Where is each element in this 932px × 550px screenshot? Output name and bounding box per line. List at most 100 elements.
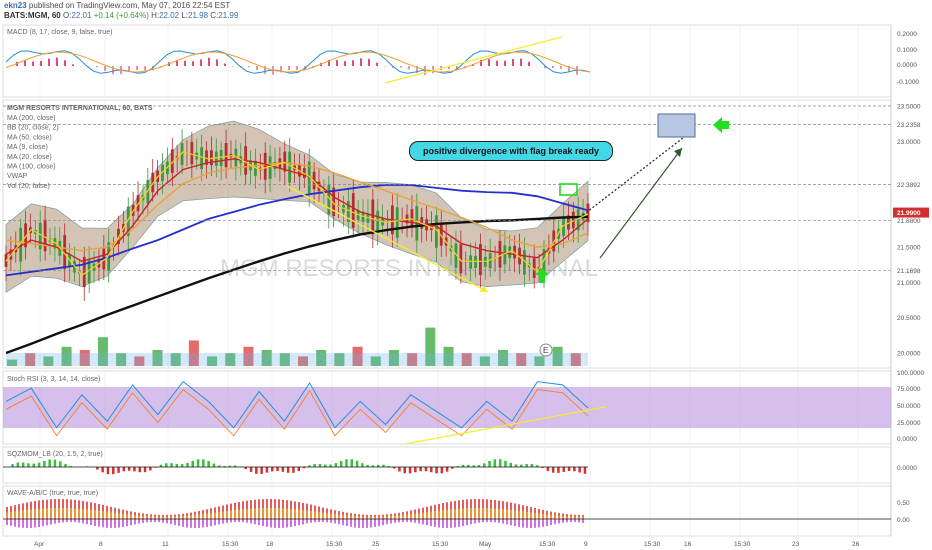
sqz-bar: [551, 467, 555, 473]
wave-bar-c: [234, 519, 236, 523]
wave-bar-c: [138, 519, 140, 524]
wave-bar-c: [146, 519, 148, 523]
wave-bar-c: [282, 519, 284, 528]
wave-bar-b: [526, 511, 528, 519]
time-tick-label: 23: [792, 541, 800, 548]
divergence-callout[interactable]: positive divergence with flag break read…: [409, 141, 613, 161]
macd-hist-bar: [288, 66, 290, 70]
macd-hist-bar: [408, 66, 410, 70]
wave-bar-b: [522, 511, 524, 519]
wave-bar-b: [10, 511, 12, 519]
wave-bar-b: [110, 512, 112, 519]
sqz-title: SQZMOM_LB (20, 1.5, 2, true): [7, 451, 103, 458]
sqz-bar: [59, 461, 62, 467]
stoch-tick-label: 50.0000: [897, 403, 921, 410]
time-tick-label: 15:30: [222, 541, 239, 548]
wave-bar-c: [274, 519, 276, 528]
wave-bar-b: [246, 508, 248, 519]
candle-body: [219, 149, 223, 167]
wave-bar-b: [218, 512, 220, 519]
wave-bar-b: [538, 513, 540, 519]
wave-bar-c: [514, 519, 516, 527]
macd-hist-bar: [296, 66, 298, 70]
sqz-bar: [281, 467, 285, 472]
wave-bar-c: [186, 519, 188, 528]
time-tick-label: 18: [266, 541, 274, 548]
wave-bar-b: [130, 514, 132, 519]
wave-bar-c: [106, 519, 108, 528]
wave-bar-b: [318, 512, 320, 519]
macd-hist-bar: [488, 59, 490, 66]
wave-bar-c: [406, 519, 408, 523]
sqz-bar: [440, 467, 444, 474]
wave-bar-b: [478, 508, 480, 519]
wave-bar-b: [558, 515, 560, 519]
wave-bar-c: [454, 519, 456, 528]
wave-bar-b: [326, 513, 328, 519]
time-tick-label: 15:30: [539, 541, 556, 548]
wave-bar-b: [266, 508, 268, 519]
macd-hist-bar: [344, 61, 346, 66]
candle-body: [351, 193, 355, 228]
macd-hist-bar: [56, 57, 58, 66]
wave-bar-b: [486, 508, 488, 519]
wave-bar-b: [30, 509, 32, 519]
wave-bar-b: [298, 509, 300, 519]
wave-bar-c: [378, 519, 380, 527]
wave-bar-c: [70, 519, 72, 523]
wave-bar-c: [414, 519, 416, 523]
sqz-bar: [403, 467, 406, 474]
wave-bar-b: [238, 509, 240, 519]
wave-bar-c: [486, 519, 488, 523]
sqz-tick-label: 0.0000: [897, 465, 917, 472]
wave-bar-c: [438, 519, 440, 528]
wave-bar-c: [210, 519, 212, 527]
wave-bar-b: [262, 508, 264, 519]
wave-bar-b: [290, 508, 292, 519]
wave-bar-c: [534, 519, 536, 528]
wave-bar-b: [102, 511, 104, 519]
sqz-bar: [276, 467, 279, 471]
wave-bar-b: [222, 511, 224, 519]
sqz-bar: [27, 463, 30, 467]
macd-pane[interactable]: [2, 24, 892, 98]
sqz-bar: [43, 460, 46, 467]
macd-hist-bar: [560, 66, 562, 69]
sqz-bar: [21, 462, 25, 467]
macd-hist-bar: [64, 60, 66, 66]
wave-bar-c: [162, 519, 164, 523]
wave-bar-b: [94, 510, 96, 519]
wave-bar-b: [74, 508, 76, 519]
sqz-pane[interactable]: [2, 446, 892, 484]
candle-body: [190, 141, 194, 165]
wave-bar-c: [226, 519, 228, 523]
wave-title: WAVE-A/B/C (true, true, true): [7, 490, 98, 497]
candle-body: [210, 150, 213, 166]
stoch-tick-label: 0.0000: [897, 436, 917, 443]
wave-bar-c: [422, 519, 424, 525]
macd-hist-bar: [360, 58, 362, 66]
sqz-bar: [212, 463, 216, 467]
trading-chart[interactable]: MGM RESORTS INTERNATIONAL E MACD (8, 17,…: [0, 0, 932, 550]
macd-hist-bar: [184, 60, 186, 66]
macd-tick-label: 0.1000: [897, 47, 917, 54]
wave-bar-c: [166, 519, 168, 524]
sqz-bar: [424, 467, 428, 472]
sqz-bar: [361, 463, 364, 467]
wave-bar-c: [214, 519, 216, 526]
wave-bar-b: [186, 515, 188, 519]
wave-bar-c: [142, 519, 144, 523]
wave-bar-c: [494, 519, 496, 523]
wave-bar-b: [566, 516, 568, 519]
sqz-bar: [117, 467, 120, 473]
wave-bar-b: [490, 508, 492, 519]
indicator-label: VWAP: [7, 173, 28, 180]
macd-hist-bar: [112, 66, 114, 75]
macd-hist-bar: [528, 61, 530, 66]
time-tick-label: 15:30: [644, 541, 661, 548]
candle-body: [43, 219, 47, 252]
wave-bar-b: [118, 513, 120, 519]
wave-bar-c: [294, 519, 296, 527]
sqz-bar: [557, 467, 560, 473]
wave-bar-c: [218, 519, 220, 525]
